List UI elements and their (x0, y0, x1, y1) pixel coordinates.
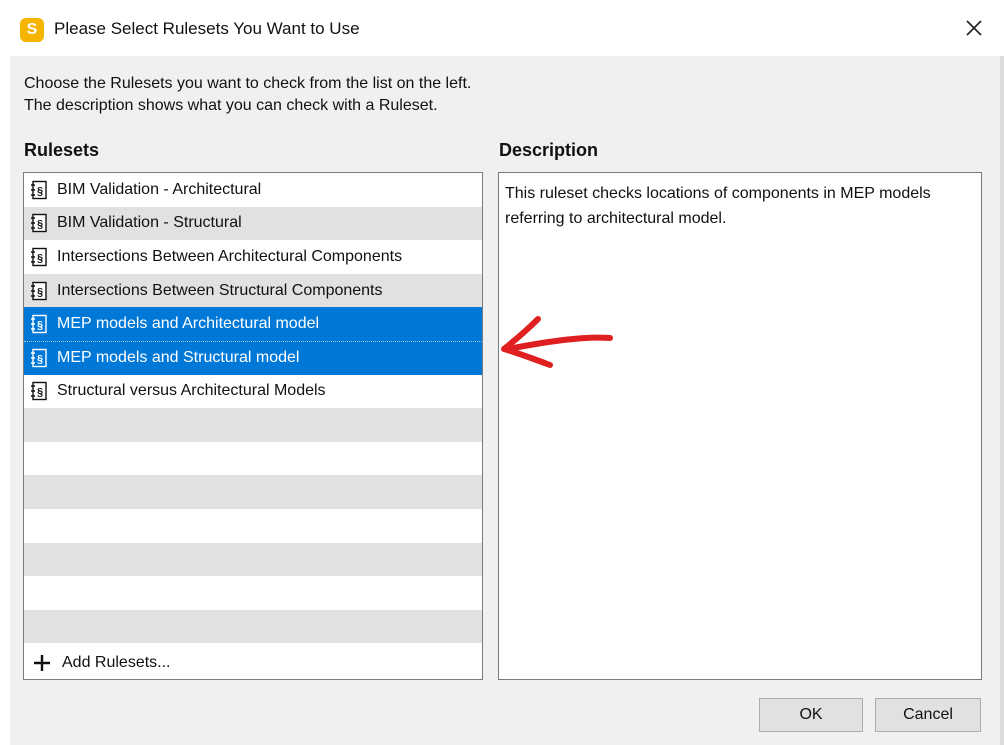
ruleset-item[interactable]: § MEP models and Architectural model (24, 307, 482, 341)
ruleset-item-label: Structural versus Architectural Models (57, 382, 326, 400)
ruleset-document-icon: § (31, 382, 47, 401)
close-icon (966, 20, 982, 36)
ruleset-document-icon: § (31, 349, 47, 368)
ruleset-item[interactable]: § Structural versus Architectural Models (24, 375, 482, 409)
svg-text:§: § (37, 387, 43, 399)
annotation-arrow-icon (501, 316, 613, 368)
ruleset-document-icon: § (31, 281, 47, 300)
ruleset-item-label: MEP models and Structural model (57, 349, 300, 367)
ruleset-document-icon: § (31, 214, 47, 233)
add-rulesets-button[interactable]: Add Rulesets... (32, 653, 171, 673)
ruleset-item-label: Intersections Between Structural Compone… (57, 281, 383, 299)
empty-list-row (24, 442, 482, 476)
description-heading: Description (499, 140, 599, 160)
empty-list-row (24, 576, 482, 610)
ruleset-item[interactable]: § BIM Validation - Structural (24, 206, 482, 241)
ruleset-item[interactable]: § Intersections Between Structural Compon… (24, 273, 482, 308)
ruleset-rows: § BIM Validation - Architectural § BIM Vali… (24, 173, 482, 644)
empty-list-row (24, 475, 482, 509)
dialog-body: Choose the Rulesets you want to check fr… (10, 56, 1000, 745)
svg-text:§: § (37, 219, 43, 231)
empty-list-row (24, 509, 482, 543)
cancel-button[interactable]: Cancel (875, 698, 981, 732)
close-button[interactable] (958, 12, 990, 44)
svg-text:§: § (37, 185, 43, 197)
ruleset-document-icon: § (31, 180, 47, 199)
empty-list-row (24, 609, 482, 644)
window-edge (1000, 56, 1004, 745)
title-bar: S Please Select Rulesets You Want to Use (0, 0, 1004, 56)
svg-text:§: § (37, 320, 43, 332)
instruction-line-1: Choose the Rulesets you want to check fr… (24, 75, 472, 92)
description-text: This ruleset checks locations of compone… (505, 185, 931, 227)
app-logo-icon: S (20, 18, 44, 42)
ruleset-item[interactable]: § BIM Validation - Architectural (24, 173, 482, 207)
add-rulesets-label: Add Rulesets... (62, 654, 171, 671)
empty-list-row (24, 542, 482, 577)
ruleset-document-icon: § (31, 247, 47, 267)
ruleset-item-label: BIM Validation - Structural (57, 214, 242, 232)
instructions: Choose the Rulesets you want to check fr… (24, 73, 471, 117)
rulesets-heading: Rulesets (24, 140, 100, 160)
ok-button[interactable]: OK (759, 698, 863, 732)
instruction-line-2: The description shows what you can check… (24, 97, 438, 114)
ruleset-item[interactable]: § Intersections Between Architectural Com… (24, 240, 482, 274)
svg-text:§: § (37, 354, 43, 366)
ruleset-item-label: BIM Validation - Architectural (57, 180, 262, 198)
ruleset-item[interactable]: § MEP models and Structural model (24, 340, 482, 375)
svg-text:§: § (37, 252, 43, 264)
plus-icon (34, 655, 50, 671)
rulesets-list[interactable]: § BIM Validation - Architectural § BIM Vali… (23, 172, 483, 680)
ruleset-item-label: MEP models and Architectural model (57, 315, 320, 333)
empty-list-row (24, 408, 482, 442)
svg-text:§: § (37, 286, 43, 298)
ruleset-document-icon: § (31, 314, 47, 334)
ruleset-item-label: Intersections Between Architectural Comp… (57, 247, 403, 265)
description-box: This ruleset checks locations of compone… (498, 172, 982, 680)
window-title: Please Select Rulesets You Want to Use (54, 19, 360, 38)
